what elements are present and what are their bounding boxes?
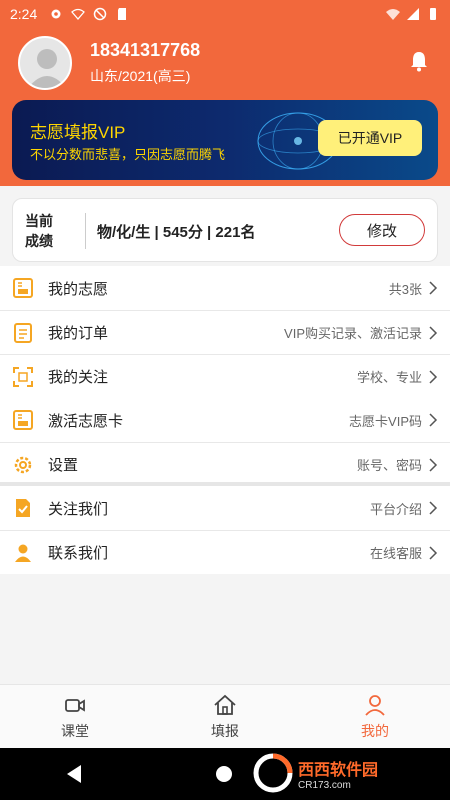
wifi-off-icon <box>71 8 86 20</box>
menu-detail: VIP购买记录、激活记录 <box>284 326 422 341</box>
chevron-right-icon <box>429 457 438 472</box>
menu-detail: 在线客服 <box>369 546 422 561</box>
card-icon <box>13 410 33 430</box>
chevron-right-icon <box>429 413 438 427</box>
watermark-url: CR173.com <box>298 779 351 791</box>
home-button[interactable] <box>215 766 232 782</box>
signal-icon <box>407 8 419 20</box>
video-icon <box>65 698 85 712</box>
default-avatar-icon <box>28 49 66 88</box>
menu-group-card: 激活志愿卡 志愿卡VIP码 设置 账号、密码 <box>0 398 450 486</box>
avatar[interactable] <box>18 36 72 90</box>
order-icon <box>14 322 32 343</box>
person-icon <box>15 544 31 562</box>
score-label-line1: 当前 <box>25 213 53 229</box>
menu-label: 我的关注 <box>48 369 109 386</box>
chevron-right-icon <box>429 369 438 384</box>
chevron-right-icon <box>429 545 438 560</box>
chevron-right-icon <box>429 325 438 340</box>
vip-banner[interactable]: 志愿填报VIP 不以分数而悲喜，只因志愿而腾飞 已开通VIP <box>12 100 438 180</box>
menu-label: 设置 <box>48 457 79 474</box>
menu-group-about: 关注我们 平台介绍 联系我们 在线客服 <box>0 486 450 574</box>
nav-tab-mine[interactable]: 我的 <box>300 685 450 748</box>
menu-item-activate-card[interactable]: 激活志愿卡 志愿卡VIP码 <box>0 398 450 442</box>
user-region: 山东/2021(高三) <box>90 68 191 84</box>
score-divider <box>85 213 86 249</box>
watermark-name: 西西软件园 <box>298 761 379 779</box>
menu-label: 我的志愿 <box>48 280 109 298</box>
score-value: 物/化/生 | 545分 | 221名 <box>97 224 256 241</box>
profile-header: 18341317768 山东/2021(高三) 志愿填报VIP 不以分数而悲喜，… <box>0 28 450 186</box>
sdcard-icon <box>118 8 127 20</box>
menu-label: 我的订单 <box>48 325 109 342</box>
blocked-icon <box>94 7 107 21</box>
menu-item-contact-us[interactable]: 联系我们 在线客服 <box>0 530 450 574</box>
menu-item-follow-us[interactable]: 关注我们 平台介绍 <box>0 486 450 530</box>
vip-title: 志愿填报VIP <box>30 123 126 142</box>
nav-label: 我的 <box>361 722 389 739</box>
nav-tab-classroom[interactable]: 课堂 <box>0 685 150 748</box>
menu-item-my-orders[interactable]: 我的订单 VIP购买记录、激活记录 <box>0 310 450 354</box>
chevron-right-icon <box>429 281 438 295</box>
status-bar: 2:24 <box>0 0 450 28</box>
user-icon <box>365 694 385 716</box>
nav-label: 课堂 <box>61 722 89 739</box>
menu-group-primary: 我的志愿 共3张 我的订单 VIP购买记录、激活记录 我的关注 学校、专业 <box>0 266 450 398</box>
wifi-icon <box>386 9 400 20</box>
menu-detail: 共3张 <box>388 281 422 297</box>
menu-item-my-volunteer[interactable]: 我的志愿 共3张 <box>0 266 450 310</box>
menu-detail: 学校、专业 <box>356 370 422 385</box>
menu-label: 激活志愿卡 <box>48 412 124 430</box>
home-icon <box>214 694 236 715</box>
menu-detail: 志愿卡VIP码 <box>349 413 422 429</box>
card-icon <box>13 278 33 298</box>
back-button[interactable] <box>67 765 82 783</box>
watermark: 西西软件园 CR173.com <box>252 752 432 794</box>
bottom-nav: 课堂 填报 我的 <box>0 684 450 748</box>
settings-icon <box>51 9 61 19</box>
vip-status-button[interactable]: 已开通VIP <box>318 120 422 156</box>
menu-label: 关注我们 <box>48 500 109 518</box>
gear-icon <box>14 456 32 473</box>
bell-icon[interactable] <box>408 50 430 72</box>
status-time: 2:24 <box>10 6 38 22</box>
doc-check-icon <box>16 499 30 517</box>
nav-label: 填报 <box>211 722 239 739</box>
chevron-right-icon <box>429 501 438 515</box>
focus-icon <box>13 366 33 387</box>
menu-detail: 平台介绍 <box>369 501 422 517</box>
watermark-logo-icon <box>253 753 293 793</box>
battery-icon <box>430 8 436 20</box>
score-card: 当前 成绩 物/化/生 | 545分 | 221名 修改 <box>12 198 438 262</box>
score-label-line2: 成绩 <box>25 233 53 249</box>
edit-score-button[interactable]: 修改 <box>339 214 425 246</box>
score-label: 当前 成绩 <box>25 211 75 251</box>
menu-item-settings[interactable]: 设置 账号、密码 <box>0 442 450 486</box>
user-phone: 18341317768 <box>90 40 201 60</box>
nav-tab-fill[interactable]: 填报 <box>150 685 300 748</box>
menu-detail: 账号、密码 <box>356 458 422 473</box>
menu-label: 联系我们 <box>48 545 109 562</box>
menu-item-my-follows[interactable]: 我的关注 学校、专业 <box>0 354 450 398</box>
vip-subtitle: 不以分数而悲喜，只因志愿而腾飞 <box>30 147 226 162</box>
